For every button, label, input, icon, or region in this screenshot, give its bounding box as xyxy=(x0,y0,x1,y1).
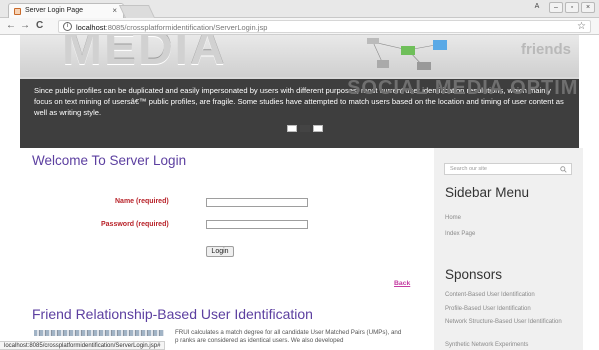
sidebar-item-home[interactable]: Home xyxy=(445,214,575,222)
password-label: Password (required) xyxy=(101,221,169,228)
name-label: Name (required) xyxy=(115,198,169,205)
close-window-button[interactable]: × xyxy=(581,2,595,13)
slider-dot-active[interactable] xyxy=(300,125,310,132)
page-title: Welcome To Server Login xyxy=(32,153,187,168)
search-placeholder: Search our site xyxy=(450,166,487,172)
status-bar: localhost:8085/crossplatformidentificati… xyxy=(0,341,166,350)
banner-word-social: SOCIAL MEDIA OPTIMI xyxy=(347,77,579,99)
name-input[interactable] xyxy=(206,198,308,207)
paragraph-line: FRUI calculates a match degree for all c… xyxy=(175,329,402,336)
sidebar: Search our site Sidebar Menu Home Index … xyxy=(434,148,583,350)
sponsor-item-profile-based[interactable]: Profile-Based User Identification xyxy=(445,305,575,313)
maximize-button[interactable]: ▫ xyxy=(565,2,579,13)
new-tab-button[interactable] xyxy=(118,5,156,18)
login-button[interactable]: Login xyxy=(206,246,234,257)
page: MEDIA friends Since public profiles can … xyxy=(0,35,599,350)
favicon-icon xyxy=(14,8,21,15)
tab-server-login[interactable]: Server Login Page × xyxy=(8,3,124,19)
back-arrow-icon[interactable]: ← xyxy=(6,20,16,32)
address-bar[interactable]: i localhost:8085/crossplatformidentifica… xyxy=(58,20,591,33)
sidebar-item-index-page[interactable]: Index Page xyxy=(445,230,575,238)
info-icon[interactable]: i xyxy=(63,22,72,31)
browser-window: Server Login Page × A – ▫ × ← → C i loca… xyxy=(0,0,599,350)
url-text: localhost:8085/crossplatformidentificati… xyxy=(76,23,267,32)
slider-dot[interactable] xyxy=(287,125,297,132)
window-controls: A – ▫ × xyxy=(530,2,595,13)
network-diagram-icon xyxy=(367,38,447,70)
search-icon[interactable] xyxy=(560,166,567,173)
sidebar-menu-title: Sidebar Menu xyxy=(445,185,530,200)
tab-close-icon[interactable]: × xyxy=(112,6,117,15)
tab-strip: Server Login Page × A – ▫ × xyxy=(0,0,599,19)
back-link[interactable]: Back xyxy=(394,280,410,287)
reload-icon[interactable]: C xyxy=(36,20,43,32)
section-title: Friend Relationship-Based User Identific… xyxy=(32,306,313,322)
sponsor-item-synthetic[interactable]: Synthetic Network Experiments xyxy=(445,341,575,349)
sponsor-item-content-based[interactable]: Content-Based User Identification xyxy=(445,291,575,299)
sponsor-item-network-structure[interactable]: Network Structure-Based User Identificat… xyxy=(445,318,575,326)
url-host: localhost xyxy=(76,23,106,32)
slider-dot[interactable] xyxy=(313,125,323,132)
forward-arrow-icon[interactable]: → xyxy=(20,20,30,32)
password-input[interactable] xyxy=(206,220,308,229)
tab-title: Server Login Page xyxy=(25,7,83,14)
minimize-button[interactable]: – xyxy=(549,2,563,13)
banner-word-friends: friends xyxy=(520,41,571,58)
url-path: :8085/crossplatformidentification/Server… xyxy=(105,23,268,32)
bookmark-star-icon[interactable]: ☆ xyxy=(577,21,586,32)
profile-icon[interactable]: A xyxy=(530,2,544,13)
search-input[interactable]: Search our site xyxy=(444,163,572,175)
banner-word-media: MEDIA xyxy=(62,35,227,75)
slider-dots xyxy=(287,125,323,132)
paragraph-line: p ranks are considered as identical user… xyxy=(175,337,344,344)
article-image xyxy=(34,330,164,336)
sponsors-title: Sponsors xyxy=(445,267,503,282)
toolbar: ← → C i localhost:8085/crossplatformiden… xyxy=(0,18,599,35)
